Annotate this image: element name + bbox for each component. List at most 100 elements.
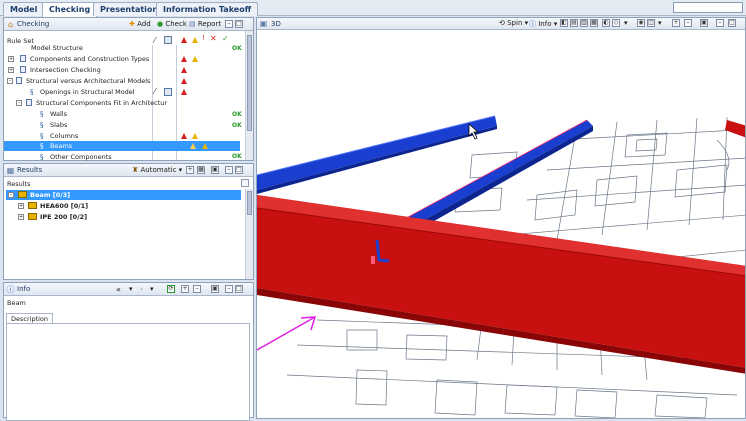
grid-icon[interactable]: ▦ — [197, 166, 205, 174]
sync-icon[interactable]: ⟳ — [167, 285, 175, 293]
expand-toggle[interactable]: + — [18, 203, 24, 209]
collapse-toggle[interactable]: – — [8, 192, 14, 198]
expand-toggle[interactable]: + — [18, 214, 24, 220]
maximize-icon[interactable]: □ — [235, 20, 243, 28]
info-dropdown[interactable]: ⓘ Info ▾ — [529, 19, 557, 29]
automatic-dropdown[interactable]: ♜ Automatic ▾ — [132, 166, 182, 174]
collapse-icon[interactable]: – — [193, 285, 201, 293]
tree-item-model-structure[interactable]: Model Structure — [31, 43, 83, 53]
reject-icon: ✕ — [210, 34, 217, 43]
chevron-down-icon[interactable]: ▾ — [150, 285, 154, 293]
result-row-beam[interactable]: – Beam [0/3] — [6, 190, 241, 200]
tab-checking[interactable]: Checking — [42, 2, 98, 17]
wireframe-icon[interactable]: ◇ — [612, 19, 620, 27]
add-icon[interactable]: + — [181, 285, 189, 293]
collapse-toggle[interactable]: – — [16, 100, 22, 106]
camera-icon[interactable]: ◉ — [637, 19, 645, 27]
tile-icon[interactable]: ▣ — [211, 285, 219, 293]
tab-presentation[interactable]: Presentation — [93, 2, 166, 16]
add-button[interactable]: ✚ Add — [129, 20, 151, 28]
info-icon: ⓘ — [529, 20, 536, 28]
add-icon[interactable]: + — [672, 19, 680, 27]
clash-marker — [371, 256, 375, 264]
tile-icon[interactable]: ▣ — [211, 166, 219, 174]
results-scrollbar[interactable] — [245, 189, 253, 279]
add-icon[interactable]: + — [186, 166, 194, 174]
collapse-icon[interactable]: – — [684, 19, 692, 27]
export-icon[interactable] — [241, 179, 249, 187]
beam-red-right-edge[interactable] — [725, 120, 746, 138]
check-icon: ● — [157, 20, 164, 28]
3d-view-title: 3D — [271, 20, 281, 28]
minimize-icon[interactable]: – — [716, 19, 724, 27]
maximize-icon[interactable]: □ — [235, 166, 243, 174]
wand-icon[interactable]: ⁄ — [154, 36, 155, 45]
section-icon[interactable]: ◫ — [647, 19, 655, 27]
maximize-icon[interactable]: □ — [728, 19, 736, 27]
add-icon: ✚ — [129, 20, 135, 28]
chevron-down-icon[interactable]: ▾ — [129, 285, 133, 293]
beam-red-hea600[interactable] — [257, 195, 746, 374]
minimize-icon[interactable]: – — [225, 20, 233, 28]
chevron-down-icon: ▾ — [553, 20, 558, 28]
error-icon — [190, 143, 196, 149]
table-icon[interactable] — [164, 36, 172, 44]
spin-dropdown[interactable]: ⟲ Spin ▾ — [499, 19, 528, 27]
forward-icon[interactable]: › — [140, 285, 143, 293]
view-top-icon[interactable]: ▤ — [570, 19, 578, 27]
view-cube-icon[interactable]: ◧ — [560, 19, 568, 27]
chevron-down-icon[interactable]: ▾ — [658, 19, 662, 27]
info-icon: ⓘ — [6, 285, 15, 294]
ruleset-label: Rule Set — [7, 37, 34, 45]
rule-icon: § — [40, 110, 44, 118]
expand-toggle[interactable]: + — [8, 67, 14, 73]
3d-toolbar: ▣ 3D ⟲ Spin ▾ ⓘ Info ▾ ◧ ▤ ▥ ▦ ◐ ◇ ▾ ◉ ◫… — [257, 18, 745, 30]
rotate-icon: ⟲ — [499, 19, 505, 27]
tab-model[interactable]: Model — [3, 2, 45, 16]
add-button-label: Add — [137, 20, 151, 28]
scrollbar-thumb[interactable] — [247, 35, 252, 131]
minimize-icon[interactable]: – — [225, 166, 233, 174]
error-icon — [181, 37, 187, 43]
scrollbar-thumb[interactable] — [247, 191, 252, 215]
expand-toggle[interactable]: + — [8, 56, 14, 62]
checking-scrollbar[interactable] — [245, 31, 253, 160]
info-panel-title: Info — [17, 285, 31, 293]
chevron-down-icon: ▾ — [178, 166, 183, 174]
folder-warning-icon — [18, 191, 27, 198]
tab-information-takeoff[interactable]: Information Takeoff — [156, 2, 259, 16]
check-button[interactable]: ● Check — [157, 20, 187, 28]
cube-icon: ▣ — [259, 19, 268, 28]
table-icon[interactable] — [164, 88, 172, 96]
description-box[interactable] — [6, 323, 250, 421]
minimize-icon[interactable]: – — [225, 285, 233, 293]
error-icon — [181, 67, 187, 73]
rule-icon: § — [30, 88, 34, 96]
checking-panel: ⌂ Checking ✚ Add ● Check ▤ Report – □ Ru… — [3, 17, 254, 161]
collapse-toggle[interactable]: – — [7, 78, 13, 84]
results-panel: ▦ Results ♜ Automatic ▾ + ▦ ▣ – □ Result… — [3, 163, 254, 280]
chevron-down-icon[interactable]: ▾ — [624, 19, 628, 27]
filter-icon: ♜ — [132, 166, 139, 174]
3d-viewport[interactable]: ▣ 3D ⟲ Spin ▾ ⓘ Info ▾ ◧ ▤ ▥ ▦ ◐ ◇ ▾ ◉ ◫… — [256, 17, 746, 419]
view-side-icon[interactable]: ▥ — [580, 19, 588, 27]
ruleset-icon — [26, 99, 32, 106]
ruleset-icon — [16, 77, 22, 84]
search-input[interactable] — [673, 2, 743, 13]
info-alert-icon: ! — [202, 34, 205, 42]
accept-icon: ✓ — [222, 34, 229, 43]
report-button[interactable]: ▤ Report — [189, 20, 221, 28]
shading-icon[interactable]: ◐ — [602, 19, 610, 27]
tree-item-beams[interactable]: § Beams — [4, 141, 240, 151]
view-front-icon[interactable]: ▦ — [590, 19, 598, 27]
rule-icon: § — [40, 121, 44, 129]
3d-scene[interactable] — [257, 30, 746, 419]
back-icon[interactable]: « — [116, 285, 121, 294]
beam-blue-left[interactable] — [257, 115, 497, 194]
info-panel: ⓘ Info « ▾ › ▾ ⟳ + – ▣ – □ Beam Descript… — [3, 282, 254, 421]
chevron-down-icon: ▾ — [524, 19, 529, 27]
maximize-icon[interactable]: □ — [235, 285, 243, 293]
wand-icon[interactable]: ⁄ — [154, 87, 155, 96]
tile-icon[interactable]: ▣ — [700, 19, 708, 27]
results-panel-title: Results — [17, 166, 43, 174]
